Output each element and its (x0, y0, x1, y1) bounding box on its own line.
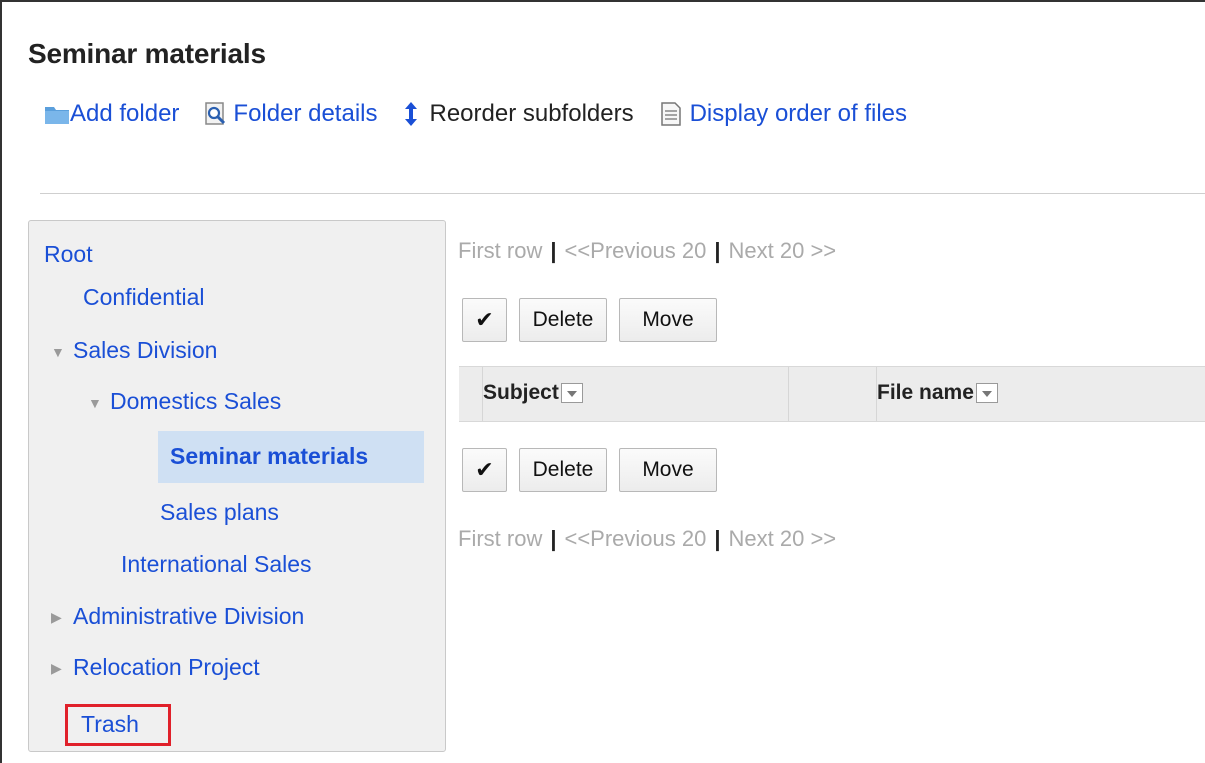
pager-separator: | (550, 238, 557, 263)
add-folder-link[interactable]: Add folder (44, 100, 179, 128)
pager-separator: | (714, 238, 721, 263)
add-folder-label: Add folder (70, 100, 180, 127)
tree-item-label: Sales plans (160, 499, 279, 525)
folder-icon (44, 101, 70, 127)
section-divider (40, 193, 1205, 194)
magnifier-document-icon (203, 101, 229, 127)
pager-separator: | (714, 526, 721, 551)
table-header-spacer-cell (789, 367, 877, 421)
pager-bottom: First row | <<Previous 20 | Next 20 >> (458, 526, 836, 552)
document-icon (658, 101, 684, 127)
tree-item-label: International Sales (121, 551, 312, 577)
select-all-checkbox-button[interactable]: ✔ (462, 448, 507, 492)
reorder-subfolders-label: Reorder subfolders (429, 100, 634, 127)
folder-toolbar: Add folder Folder details Reorder subfol… (44, 96, 931, 132)
pager-first-row: First row (458, 238, 543, 263)
tree-item-label: Relocation Project (73, 654, 260, 680)
delete-button[interactable]: Delete (519, 448, 607, 492)
select-all-checkbox-button[interactable]: ✔ (462, 298, 507, 342)
collapsed-triangle-icon[interactable]: ▶ (51, 660, 69, 677)
tree-item-label: Confidential (83, 284, 205, 310)
window-top-border (0, 0, 1205, 2)
tree-item-domestics-sales[interactable]: ▼ Domestics Sales (88, 388, 281, 415)
tree-item-label: Administrative Division (73, 603, 305, 629)
display-order-files-label: Display order of files (689, 100, 908, 127)
subject-column-header[interactable]: Subject (483, 381, 583, 405)
tree-item-confidential[interactable]: Confidential (83, 284, 204, 311)
expanded-triangle-icon[interactable]: ▼ (88, 395, 106, 411)
tree-item-sales-plans[interactable]: Sales plans (160, 499, 279, 526)
tree-item-administrative-division[interactable]: ▶ Administrative Division (51, 603, 304, 630)
pager-separator: | (550, 526, 557, 551)
display-order-files-link[interactable]: Display order of files (658, 100, 907, 128)
pager-first-row: First row (458, 526, 543, 551)
file-name-column-header[interactable]: File name (877, 381, 998, 405)
tree-item-label: Root (44, 241, 93, 267)
move-button[interactable]: Move (619, 448, 717, 492)
tree-item-relocation-project[interactable]: ▶ Relocation Project (51, 654, 260, 681)
column-label: File name (877, 381, 974, 404)
tree-item-seminar-materials[interactable]: Seminar materials (170, 443, 368, 470)
folder-tree-sidebar: Root Confidential ▼ Sales Division ▼ Domes… (28, 220, 446, 752)
tree-item-label: Trash (81, 711, 139, 737)
pager-previous: <<Previous 20 (564, 238, 707, 263)
delete-button[interactable]: Delete (519, 298, 607, 342)
window-left-border (0, 0, 2, 763)
tree-item-root[interactable]: Root (44, 241, 93, 268)
move-button[interactable]: Move (619, 298, 717, 342)
tree-item-sales-division[interactable]: ▼ Sales Division (51, 337, 217, 364)
action-buttons-top: ✔ Delete Move (462, 298, 729, 342)
pager-top: First row | <<Previous 20 | Next 20 >> (458, 238, 836, 264)
tree-item-international-sales[interactable]: International Sales (121, 551, 312, 578)
action-buttons-bottom: ✔ Delete Move (462, 448, 729, 492)
tree-item-label: Sales Division (73, 337, 218, 363)
expanded-triangle-icon[interactable]: ▼ (51, 344, 69, 360)
pager-previous: <<Previous 20 (564, 526, 707, 551)
sort-dropdown-icon[interactable] (560, 383, 583, 403)
sort-dropdown-icon[interactable] (975, 383, 998, 403)
pager-next: Next 20 >> (728, 526, 837, 551)
column-label: Subject (483, 381, 559, 404)
folder-details-label: Folder details (233, 100, 378, 127)
tree-item-label: Domestics Sales (110, 388, 282, 414)
up-down-arrow-icon (401, 101, 421, 127)
page-title: Seminar materials (28, 38, 266, 69)
table-header-checkbox-cell (459, 367, 483, 421)
collapsed-triangle-icon[interactable]: ▶ (51, 609, 69, 626)
reorder-subfolders-link[interactable]: Reorder subfolders (401, 100, 634, 128)
folder-details-link[interactable]: Folder details (203, 100, 377, 128)
tree-item-trash[interactable]: Trash (81, 711, 139, 738)
pager-next: Next 20 >> (728, 238, 837, 263)
file-table-header: Subject File name (459, 366, 1205, 422)
